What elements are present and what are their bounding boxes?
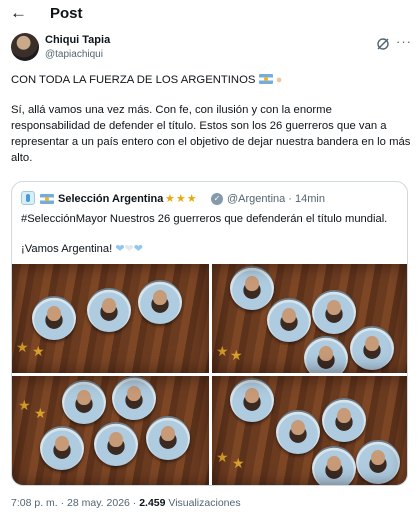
media-image[interactable]: ★ ★ (12, 264, 209, 373)
author-handle[interactable]: @tapiachiqui (45, 48, 103, 61)
page-title: Post (50, 5, 83, 22)
flexed-arm-icon: ● (275, 74, 283, 86)
shadow-overlay (12, 264, 209, 373)
tweet-headline: CON TODA LA FUERZA DE LOS ARGENTINOS (11, 74, 256, 86)
tweet-body: Sí, allá vamos una vez más. Con fe, con … (11, 104, 411, 164)
argentina-flag-icon (40, 194, 54, 204)
media-grid: ★ ★ ★ ★ ★ ★ ★ ★ (12, 264, 407, 485)
blue-heart-icon: ❤ (133, 243, 143, 255)
verified-icon: ✓ (211, 193, 223, 205)
view-count: 2.459 (139, 497, 166, 509)
author-block: Chiqui Tapia @tapiachiqui ··· (11, 33, 411, 65)
more-icon[interactable]: ··· (396, 35, 412, 49)
media-image[interactable]: ★ ★ (12, 376, 209, 485)
quoted-post[interactable]: Selección Argentina ★★★ ✓ @Argentina · 1… (11, 181, 408, 486)
avatar[interactable] (11, 33, 39, 61)
quoted-avatar[interactable] (21, 191, 35, 205)
media-image[interactable]: ★ ★ (212, 264, 407, 373)
tweet-text: CON TODA LA FUERZA DE LOS ARGENTINOS ● S… (11, 72, 411, 166)
author-name[interactable]: Chiqui Tapia (45, 34, 110, 47)
white-heart-icon: ❤ (124, 243, 134, 255)
quoted-text: #SelecciónMayor Nuestros 26 guerreros qu… (21, 211, 401, 257)
arrow-left-icon[interactable]: ← (10, 3, 27, 23)
quoted-name[interactable]: Selección Argentina (58, 191, 163, 207)
top-bar: ← Post (0, 0, 420, 28)
stars-icon: ★★★ (165, 193, 198, 205)
grok-icon[interactable] (376, 37, 390, 51)
quoted-text-line: ¡Vamos Argentina! (21, 243, 113, 255)
quoted-handle: @Argentina · 14min (227, 193, 325, 205)
argentina-flag-icon (258, 74, 273, 84)
quoted-text-line: #SelecciónMayor Nuestros 26 guerreros qu… (21, 213, 388, 225)
media-image[interactable]: ★ ★ (212, 376, 407, 485)
views-label: Visualizaciones (165, 497, 241, 509)
blue-heart-icon: ❤ (115, 243, 125, 255)
post-timestamp[interactable]: 7:08 p. m. · 28 may. 2026 · (11, 497, 139, 509)
shadow-overlay (212, 376, 407, 485)
quoted-header: Selección Argentina ★★★ ✓ @Argentina · 1… (21, 191, 401, 207)
shadow-overlay (12, 376, 209, 485)
shadow-overlay (212, 264, 407, 373)
post-meta: 7:08 p. m. · 28 may. 2026 · 2.459 Visual… (11, 496, 411, 510)
